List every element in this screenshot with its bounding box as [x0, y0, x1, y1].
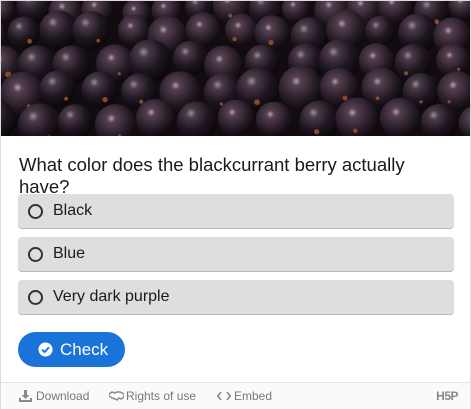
berries-photo — [1, 1, 470, 136]
check-circle-icon — [38, 342, 53, 357]
berry-stem — [64, 96, 68, 101]
berry-stem — [457, 67, 461, 71]
answer-label: Black — [53, 202, 93, 219]
answer-list: Black Blue Very dark purple — [18, 194, 454, 323]
berry — [217, 99, 254, 136]
answer-label: Blue — [53, 245, 86, 262]
h5p-logo[interactable]: H5P — [436, 389, 458, 403]
handshake-icon — [109, 391, 124, 401]
berry-stem — [447, 100, 451, 104]
berry-stem — [353, 128, 358, 133]
berry — [225, 13, 258, 47]
berry-stem — [419, 100, 423, 104]
rights-of-use-label: Rights of use — [126, 389, 197, 403]
berry-stem — [314, 129, 320, 135]
berry-stem — [139, 99, 144, 104]
answer-option-blue[interactable]: Blue — [18, 237, 454, 271]
berry — [81, 71, 119, 108]
radio-icon[interactable] — [28, 204, 43, 219]
h5p-content-frame: What color does the blackcurrant berry a… — [0, 0, 471, 409]
berry — [135, 98, 175, 136]
answer-option-very-dark-purple[interactable]: Very dark purple — [18, 280, 454, 314]
berry-stem — [96, 38, 100, 43]
berry-stem — [375, 96, 380, 101]
berry-stem — [228, 13, 233, 18]
berry-stem — [102, 97, 108, 103]
berry-stem — [232, 37, 237, 42]
answer-label: Very dark purple — [53, 288, 170, 305]
radio-icon[interactable] — [28, 290, 43, 305]
download-label: Download — [36, 389, 90, 403]
berry-stem — [268, 39, 274, 46]
question-text: What color does the blackcurrant berry a… — [19, 154, 405, 197]
berry — [72, 11, 111, 50]
check-button[interactable]: Check — [18, 332, 125, 367]
berry-stem — [219, 102, 223, 106]
footer-bar: Download Rights of use Embed H5P — [1, 382, 470, 409]
berry-stem — [117, 72, 121, 76]
berry — [39, 70, 76, 107]
berry-stem — [342, 95, 348, 101]
download-icon — [19, 390, 32, 402]
blackcurrant-image — [1, 1, 470, 136]
berry-stem — [254, 99, 260, 105]
berry — [255, 101, 292, 136]
check-button-label: Check — [60, 340, 109, 359]
radio-icon[interactable] — [28, 247, 43, 262]
code-icon — [217, 391, 231, 401]
berry — [7, 16, 40, 49]
berry — [364, 15, 397, 47]
embed-label: Embed — [234, 389, 273, 403]
berry-stem — [27, 38, 32, 44]
berry-stem — [404, 71, 409, 76]
berry — [172, 40, 208, 76]
answer-option-black[interactable]: Black — [18, 194, 454, 228]
